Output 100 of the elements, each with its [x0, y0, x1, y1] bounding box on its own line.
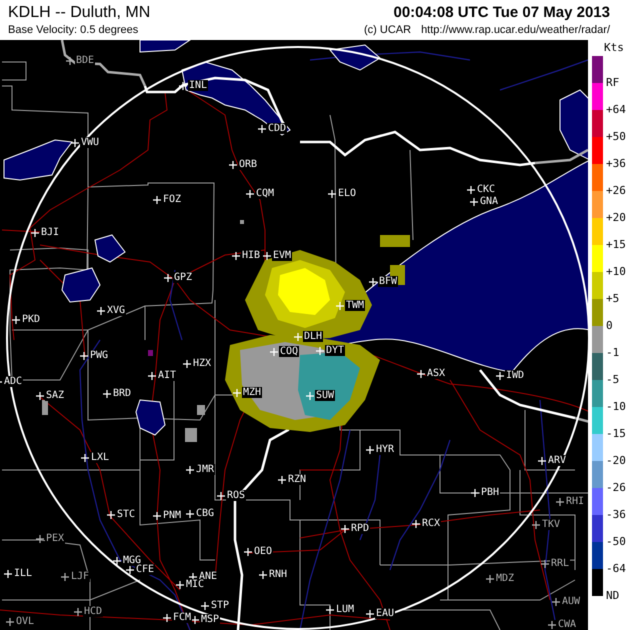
station-label: MIC — [185, 579, 206, 590]
station-marker-icon — [417, 370, 425, 378]
product-subtitle: Base Velocity: 0.5 degrees — [8, 23, 140, 37]
station-label: ORB — [238, 159, 258, 170]
legend-unit: Kts — [603, 40, 624, 56]
radar-title: KDLH -- Duluth, MN — [8, 3, 150, 23]
station-label: JMR — [195, 464, 216, 475]
station-label: CFE — [135, 564, 156, 575]
legend-label: +26 — [606, 185, 626, 196]
station-marker-icon — [306, 392, 314, 400]
station-marker-icon — [186, 510, 194, 518]
station-label: AUW — [561, 596, 582, 607]
station-label: MSP — [200, 614, 220, 625]
station-label: OVL — [15, 616, 36, 627]
legend-label: +50 — [606, 131, 626, 142]
station-marker-icon — [61, 572, 69, 580]
station-marker-icon — [6, 618, 14, 626]
station-label: SUW — [315, 390, 336, 401]
station-label: HYR — [375, 444, 396, 455]
legend-label: +36 — [606, 158, 626, 169]
station-label: PKD — [21, 314, 42, 325]
station-marker-icon — [316, 346, 324, 354]
station-marker-icon — [71, 138, 79, 146]
station-marker-icon — [31, 228, 39, 236]
station-marker-icon — [341, 524, 349, 532]
legend-label: -1 — [606, 347, 620, 358]
station-marker-icon — [259, 570, 267, 578]
station-label: ARV — [547, 455, 568, 466]
legend-label: -50 — [606, 536, 626, 547]
station-marker-icon — [164, 274, 172, 282]
station-label: ELO — [337, 188, 358, 199]
station-label: CWA — [557, 619, 578, 630]
station-label: GPZ — [173, 272, 194, 283]
station-marker-icon — [153, 512, 161, 520]
station-label: RZN — [287, 474, 308, 485]
station-marker-icon — [153, 196, 161, 204]
station-marker-icon — [176, 580, 184, 588]
station-label: DYT — [325, 345, 346, 356]
legend-label: -15 — [606, 428, 626, 439]
station-marker-icon — [246, 190, 254, 198]
station-marker-icon — [552, 598, 560, 606]
legend-label: -64 — [606, 563, 626, 574]
station-marker-icon — [467, 186, 475, 194]
station-marker-icon — [107, 510, 115, 518]
station-label: PEX — [45, 533, 66, 544]
timestamp: 00:04:08 UTC Tue 07 May 2013 — [394, 3, 610, 23]
station-label: CKC — [476, 184, 496, 195]
station-label: FCM — [172, 612, 192, 623]
station-label: MZH — [242, 387, 262, 398]
station-label: MGG — [122, 555, 142, 566]
station-label: RCX — [421, 518, 442, 529]
station-marker-icon — [486, 574, 494, 582]
legend-label: -10 — [606, 401, 626, 412]
station-marker-icon — [233, 388, 241, 396]
station-label: RPD — [350, 523, 370, 534]
station-marker-icon — [258, 124, 266, 132]
station-marker-icon — [270, 348, 278, 356]
station-marker-icon — [366, 610, 374, 618]
legend-label: +5 — [606, 293, 620, 304]
station-marker-icon — [4, 570, 12, 578]
station-label: RHI — [565, 496, 586, 507]
station-marker-icon — [496, 372, 504, 380]
station-label: GNA — [479, 196, 500, 207]
station-marker-icon — [12, 316, 20, 324]
station-marker-icon — [126, 566, 134, 574]
station-label: STP — [210, 600, 230, 611]
station-label: INL — [188, 80, 208, 91]
station-marker-icon — [189, 572, 197, 580]
legend-label: 0 — [606, 320, 613, 331]
station-label: LXL — [90, 452, 110, 463]
station-label: ROS — [226, 490, 246, 501]
legend-label: -26 — [606, 482, 626, 493]
station-marker-icon — [412, 520, 420, 528]
station-marker-icon — [229, 160, 237, 168]
station-label: PBH — [480, 487, 500, 498]
station-marker-icon — [217, 492, 225, 500]
station-marker-icon — [336, 302, 344, 310]
station-label: ADC — [3, 376, 24, 387]
station-marker-icon — [183, 360, 191, 368]
station-label: CDD — [267, 123, 288, 134]
station-label: SAZ — [45, 390, 66, 401]
station-label: DLH — [303, 331, 324, 342]
source-url: http://www.rap.ucar.edu/weather/radar/ — [421, 23, 610, 37]
station-marker-icon — [186, 466, 194, 474]
station-marker-icon — [113, 556, 121, 564]
station-label: XVG — [106, 305, 126, 316]
legend-label: +64 — [606, 104, 626, 115]
station-label: HIB — [241, 250, 262, 261]
station-label: EAU — [375, 608, 396, 619]
station-label: IWD — [505, 370, 526, 381]
station-marker-icon — [80, 352, 88, 360]
station-marker-icon — [179, 82, 187, 90]
station-marker-icon — [278, 476, 286, 484]
station-label: TWM — [345, 300, 366, 311]
station-marker-icon — [74, 608, 82, 616]
station-label: VWU — [80, 137, 100, 148]
station-marker-icon — [36, 392, 44, 400]
station-label: BDE — [75, 55, 96, 66]
station-marker-icon — [66, 56, 74, 64]
legend-label: -5 — [606, 374, 620, 385]
